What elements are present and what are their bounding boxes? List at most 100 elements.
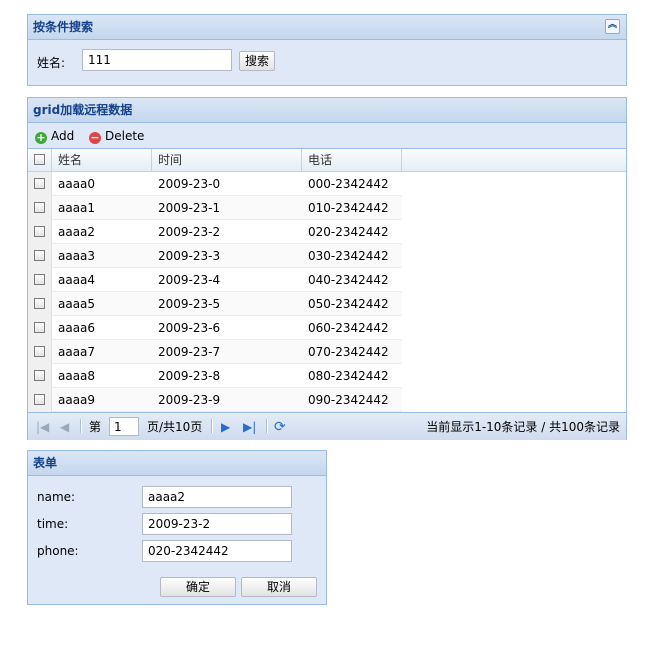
delete-icon: − — [89, 131, 101, 144]
cell-phone: 010-2342442 — [308, 201, 389, 215]
row-checkbox-cell[interactable] — [28, 196, 52, 220]
page-number-input[interactable]: 1 — [109, 417, 139, 436]
next-page-icon[interactable]: ▶ — [221, 418, 230, 436]
row-checkbox-cell[interactable] — [28, 244, 52, 268]
row-checkbox-cell[interactable] — [28, 340, 52, 364]
column-header-time[interactable]: 时间 — [152, 149, 302, 171]
grid-panel-header: grid加载远程数据 — [28, 98, 626, 123]
row-checkbox-cell[interactable] — [28, 316, 52, 340]
form-name-field[interactable]: aaaa2 — [142, 486, 292, 508]
search-name-input[interactable]: 111 — [82, 49, 232, 71]
pager-display-info: 当前显示1-10条记录 / 共100条记录 — [426, 420, 620, 434]
form-panel-title: 表单 — [33, 456, 58, 470]
row-checkbox-cell[interactable] — [28, 268, 52, 292]
table-row[interactable]: aaaa6 2009-23-6 060-2342442 — [28, 316, 402, 340]
last-page-icon[interactable]: ▶| — [243, 418, 256, 436]
cell-phone: 060-2342442 — [308, 321, 389, 335]
row-checkbox[interactable] — [34, 274, 45, 285]
table-row[interactable]: aaaa9 2009-23-9 090-2342442 — [28, 388, 402, 412]
cell-time: 2009-23-7 — [158, 345, 221, 359]
row-checkbox[interactable] — [34, 346, 45, 357]
cell-time: 2009-23-9 — [158, 393, 221, 407]
cell-phone: 040-2342442 — [308, 273, 389, 287]
table-row[interactable]: aaaa3 2009-23-3 030-2342442 — [28, 244, 402, 268]
cell-name: aaaa3 — [58, 249, 96, 263]
prev-page-icon[interactable]: ◀ — [60, 418, 69, 436]
row-checkbox[interactable] — [34, 226, 45, 237]
cell-time: 2009-23-0 — [158, 177, 221, 191]
form-time-field[interactable]: 2009-23-2 — [142, 513, 292, 535]
row-checkbox-cell[interactable] — [28, 172, 52, 196]
pager-separator — [80, 419, 82, 433]
cell-phone: 020-2342442 — [308, 225, 389, 239]
add-button[interactable]: + Add — [35, 128, 74, 144]
search-panel: 按条件搜索 ︽ 姓名: 111 搜索 — [27, 14, 627, 86]
grid-body: aaaa0 2009-23-0 000-2342442 aaaa1 2009-23-1… — [28, 172, 626, 412]
table-row[interactable]: aaaa7 2009-23-7 070-2342442 — [28, 340, 402, 364]
table-row[interactable]: aaaa2 2009-23-2 020-2342442 — [28, 220, 402, 244]
table-row[interactable]: aaaa4 2009-23-4 040-2342442 — [28, 268, 402, 292]
row-checkbox-cell[interactable] — [28, 292, 52, 316]
search-button[interactable]: 搜索 — [239, 51, 275, 71]
table-row[interactable]: aaaa1 2009-23-1 010-2342442 — [28, 196, 402, 220]
name-label: 姓名: — [37, 56, 66, 70]
grid-panel-title: grid加载远程数据 — [33, 103, 133, 117]
cell-time: 2009-23-8 — [158, 369, 221, 383]
cell-phone: 030-2342442 — [308, 249, 389, 263]
row-checkbox[interactable] — [34, 370, 45, 381]
cell-name: aaaa8 — [58, 369, 96, 383]
cell-phone: 050-2342442 — [308, 297, 389, 311]
column-header-name[interactable]: 姓名 — [52, 149, 152, 171]
form-panel-header: 表单 — [28, 451, 326, 476]
form-phone-field[interactable]: 020-2342442 — [142, 540, 292, 562]
add-icon: + — [35, 131, 47, 144]
add-label: Add — [51, 129, 75, 143]
table-row[interactable]: aaaa8 2009-23-8 080-2342442 — [28, 364, 402, 388]
column-header-phone[interactable]: 电话 — [302, 149, 402, 171]
cell-phone: 090-2342442 — [308, 393, 389, 407]
cell-time: 2009-23-6 — [158, 321, 221, 335]
select-all-cell[interactable] — [28, 149, 52, 171]
ok-button[interactable]: 确定 — [160, 577, 236, 597]
delete-button[interactable]: − Delete — [89, 128, 144, 144]
cell-phone: 000-2342442 — [308, 177, 389, 191]
form-time-label: time: — [37, 517, 69, 531]
row-checkbox-cell[interactable] — [28, 364, 52, 388]
form-phone-label: phone: — [37, 544, 79, 558]
cell-name: aaaa5 — [58, 297, 96, 311]
cell-name: aaaa9 — [58, 393, 96, 407]
refresh-icon[interactable]: ⟳ — [274, 418, 286, 436]
select-all-checkbox[interactable] — [34, 154, 45, 165]
cell-name: aaaa4 — [58, 273, 96, 287]
cell-name: aaaa2 — [58, 225, 96, 239]
table-row[interactable]: aaaa0 2009-23-0 000-2342442 — [28, 172, 402, 196]
double-chevron-up-icon[interactable]: ︽ — [605, 19, 620, 34]
cell-phone: 080-2342442 — [308, 369, 389, 383]
pager-separator — [211, 419, 213, 433]
first-page-icon[interactable]: |◀ — [36, 418, 49, 436]
row-checkbox[interactable] — [34, 202, 45, 213]
delete-label: Delete — [105, 129, 145, 143]
search-panel-title: 按条件搜索 — [33, 20, 94, 34]
cell-name: aaaa0 — [58, 177, 96, 191]
search-panel-header: 按条件搜索 ︽ — [28, 15, 626, 40]
row-checkbox[interactable] — [34, 394, 45, 405]
grid-pager: |◀ ◀ 第 1 页/共10页 ▶ ▶| ⟳ 当前显示1-10条记录 / 共10… — [28, 412, 626, 440]
row-checkbox-cell[interactable] — [28, 220, 52, 244]
cell-time: 2009-23-5 — [158, 297, 221, 311]
row-checkbox[interactable] — [34, 322, 45, 333]
row-checkbox-cell[interactable] — [28, 388, 52, 412]
page-prefix: 第 — [89, 420, 102, 434]
row-checkbox[interactable] — [34, 250, 45, 261]
grid-toolbar: + Add − Delete — [28, 123, 626, 149]
cancel-button[interactable]: 取消 — [241, 577, 317, 597]
cell-time: 2009-23-3 — [158, 249, 221, 263]
grid-header: 姓名 时间 电话 — [28, 149, 626, 172]
grid-panel: grid加载远程数据 + Add − Delete 姓名 时间 电话 aaaa0 20… — [27, 97, 627, 440]
cell-time: 2009-23-1 — [158, 201, 221, 215]
row-checkbox[interactable] — [34, 298, 45, 309]
form-panel: 表单 name: aaaa2 time: 2009-23-2 phone: 02… — [27, 450, 327, 605]
cell-name: aaaa1 — [58, 201, 96, 215]
table-row[interactable]: aaaa5 2009-23-5 050-2342442 — [28, 292, 402, 316]
row-checkbox[interactable] — [34, 178, 45, 189]
